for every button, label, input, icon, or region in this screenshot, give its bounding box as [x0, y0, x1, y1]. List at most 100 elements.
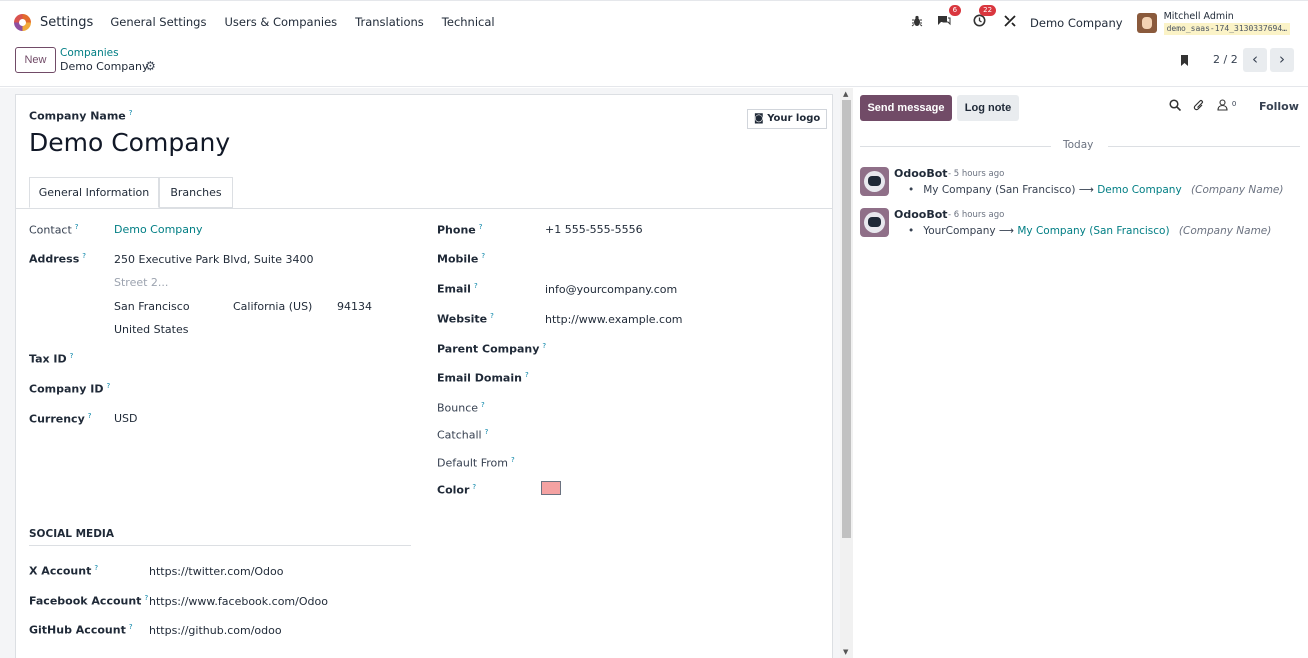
website-label: Website?	[437, 312, 494, 326]
message-author[interactable]: OdooBot	[894, 208, 948, 221]
search-icon[interactable]	[1169, 99, 1182, 114]
country-field[interactable]: United States	[114, 323, 189, 336]
tab-general-information[interactable]: General Information	[29, 177, 159, 208]
logo-upload-button[interactable]: ◙ Your logo	[747, 109, 828, 129]
messages-badge: 6	[948, 5, 962, 16]
paperclip-icon[interactable]	[1193, 99, 1205, 115]
company-name-label: Company Name?	[29, 109, 133, 123]
social-media-title: SOCIAL MEDIA	[29, 528, 114, 540]
company-switcher[interactable]: Demo Company	[1030, 16, 1123, 30]
date-separator: Today	[1063, 139, 1094, 151]
github-account-label: GitHub Account?	[29, 623, 133, 637]
website-field[interactable]: http://www.example.com	[545, 313, 683, 326]
new-button[interactable]: New	[15, 47, 56, 73]
message-time: - 5 hours ago	[948, 169, 1005, 179]
arrow-right-icon: ⟶	[998, 225, 1014, 237]
pager-value[interactable]: 2 / 2	[1213, 53, 1238, 66]
new-value: Demo Company	[1097, 184, 1182, 196]
company-id-label: Company ID?	[29, 382, 111, 396]
menu-general-settings[interactable]: General Settings	[110, 15, 206, 29]
scroll-up-arrow-icon[interactable]: ▲	[843, 90, 848, 98]
activity-clock-icon[interactable]: 22	[973, 5, 997, 31]
chevron-left-icon[interactable]: ‹	[1243, 48, 1267, 72]
avatar[interactable]	[1136, 12, 1157, 33]
email-domain-label: Email Domain?	[437, 371, 529, 385]
systray: 6 22 Demo Company Mitchell Admin demo_sa…	[911, 1, 1308, 44]
camera-icon: ◙	[754, 113, 764, 124]
contact-label: Contact?	[29, 223, 79, 237]
tools-icon[interactable]	[1004, 14, 1016, 31]
facebook-account-label: Facebook Account?	[29, 594, 149, 608]
x-account-field[interactable]: https://twitter.com/Odoo	[149, 565, 284, 578]
followers-count: 0	[1231, 100, 1237, 108]
chat-icon[interactable]: 6	[937, 5, 962, 31]
bookmark-icon[interactable]	[1179, 54, 1190, 71]
street-field[interactable]: 250 Executive Park Blvd, Suite 3400	[114, 253, 313, 266]
parent-company-label: Parent Company?	[437, 342, 547, 356]
user-name: Mitchell Admin	[1163, 10, 1234, 22]
menu-users-companies[interactable]: Users & Companies	[224, 15, 337, 29]
bounce-label: Bounce?	[437, 401, 485, 415]
color-label: Color?	[437, 483, 477, 497]
scroll-down-arrow-icon[interactable]: ▼	[843, 648, 848, 656]
street2-field[interactable]: Street 2...	[114, 276, 168, 289]
follow-button[interactable]: Follow	[1259, 100, 1299, 113]
company-name-input[interactable]: Demo Company	[29, 128, 230, 157]
catchall-label: Catchall?	[437, 428, 489, 442]
bug-icon[interactable]	[911, 15, 923, 31]
tab-divider	[16, 208, 832, 209]
field-name: (Company Name)	[1191, 184, 1284, 196]
chatter-message: OdooBot - 6 hours ago • YourCompany ⟶ My …	[860, 208, 1300, 238]
currency-field[interactable]: USD	[114, 412, 138, 425]
new-value: My Company (San Francisco)	[1017, 225, 1170, 237]
breadcrumb-companies[interactable]: Companies	[60, 47, 119, 59]
date-separator-line	[860, 146, 1051, 147]
github-account-field[interactable]: https://github.com/odoo	[149, 624, 282, 637]
scrollbar-thumb[interactable]	[842, 100, 851, 538]
facebook-account-field[interactable]: https://www.facebook.com/Odoo	[149, 595, 328, 608]
odoobot-avatar[interactable]	[860, 167, 889, 196]
tab-branches[interactable]: Branches	[159, 177, 233, 208]
top-navbar: Settings General Settings Users & Compan…	[0, 0, 1308, 43]
section-divider	[29, 545, 411, 546]
user-menu[interactable]: Mitchell Admin demo_saas-174_3130337694…	[1163, 10, 1290, 35]
tracking-change: • My Company (San Francisco) ⟶ Demo Compa…	[908, 184, 1284, 196]
form-scrollbar[interactable]: ▲ ▼	[840, 88, 853, 658]
form-area: Company Name? Demo Company ◙ Your logo G…	[0, 88, 840, 658]
email-label: Email?	[437, 282, 478, 296]
send-message-button[interactable]: Send message	[860, 95, 952, 121]
message-author[interactable]: OdooBot	[894, 167, 948, 180]
default-from-label: Default From?	[437, 456, 515, 470]
field-name: (Company Name)	[1178, 225, 1272, 237]
chevron-right-icon[interactable]: ›	[1270, 48, 1294, 72]
menu-technical[interactable]: Technical	[442, 15, 495, 29]
log-note-button[interactable]: Log note	[957, 95, 1019, 121]
activities-badge: 22	[979, 5, 997, 16]
form-sheet: Company Name? Demo Company ◙ Your logo G…	[15, 94, 833, 658]
city-field[interactable]: San Francisco	[114, 300, 190, 313]
color-swatch[interactable]	[541, 481, 561, 495]
chatter-panel: Send message Log note 0 Follow Today Odo…	[853, 88, 1308, 658]
breadcrumb-current: Demo Company	[60, 60, 149, 73]
zip-field[interactable]: 94134	[337, 300, 372, 313]
contact-field[interactable]: Demo Company	[114, 223, 203, 236]
chatter-message: OdooBot - 5 hours ago • My Company (San F…	[860, 167, 1300, 197]
gear-icon[interactable]: ⚙	[145, 59, 156, 73]
phone-field[interactable]: +1 555-555-5556	[545, 223, 643, 236]
email-field[interactable]: info@yourcompany.com	[545, 283, 677, 296]
app-title[interactable]: Settings	[40, 15, 93, 30]
tax-id-label: Tax ID?	[29, 352, 74, 366]
message-time: - 6 hours ago	[948, 210, 1005, 220]
old-value: My Company (San Francisco)	[923, 184, 1076, 196]
menu-translations[interactable]: Translations	[355, 15, 424, 29]
odoobot-avatar[interactable]	[860, 208, 889, 237]
old-value: YourCompany	[923, 225, 996, 237]
address-label: Address?	[29, 252, 86, 266]
database-name: demo_saas-174_3130337694…	[1163, 22, 1290, 35]
currency-label: Currency?	[29, 412, 92, 426]
followers-icon[interactable]: 0	[1217, 99, 1236, 114]
odoo-logo-icon[interactable]	[14, 13, 31, 31]
x-account-label: X Account?	[29, 564, 99, 578]
state-field[interactable]: California (US)	[233, 300, 312, 313]
tracking-change: • YourCompany ⟶ My Company (San Francisco…	[908, 225, 1272, 237]
